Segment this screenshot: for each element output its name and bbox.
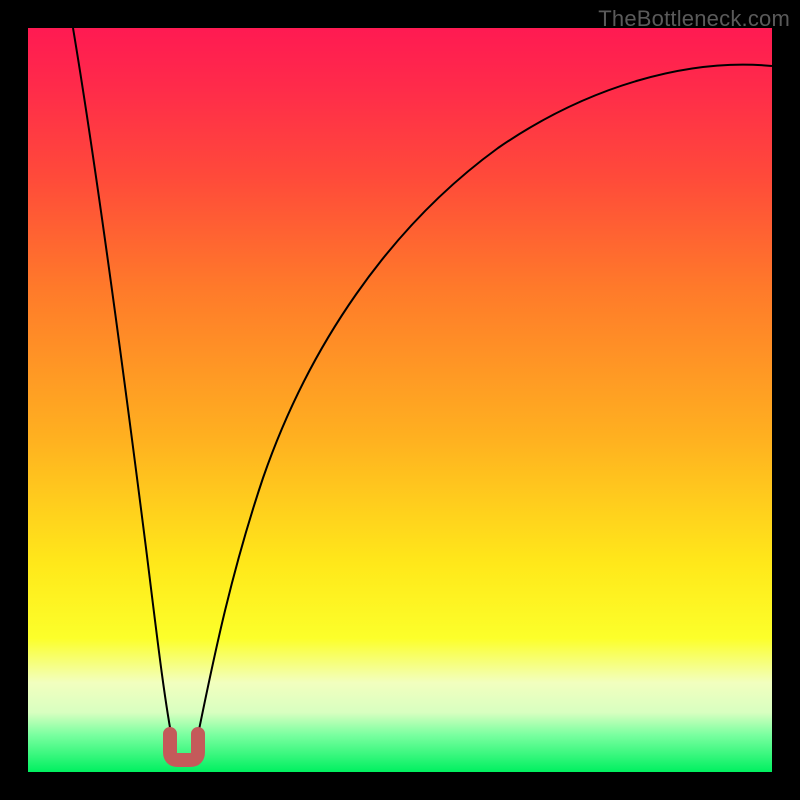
bottleneck-curve-right	[196, 65, 772, 744]
watermark-text: TheBottleneck.com	[598, 6, 790, 32]
bottleneck-curve-left	[73, 28, 173, 744]
curve-layer	[28, 28, 772, 772]
plot-area	[28, 28, 772, 772]
chart-frame: TheBottleneck.com	[0, 0, 800, 800]
optimal-range-marker	[170, 734, 198, 760]
